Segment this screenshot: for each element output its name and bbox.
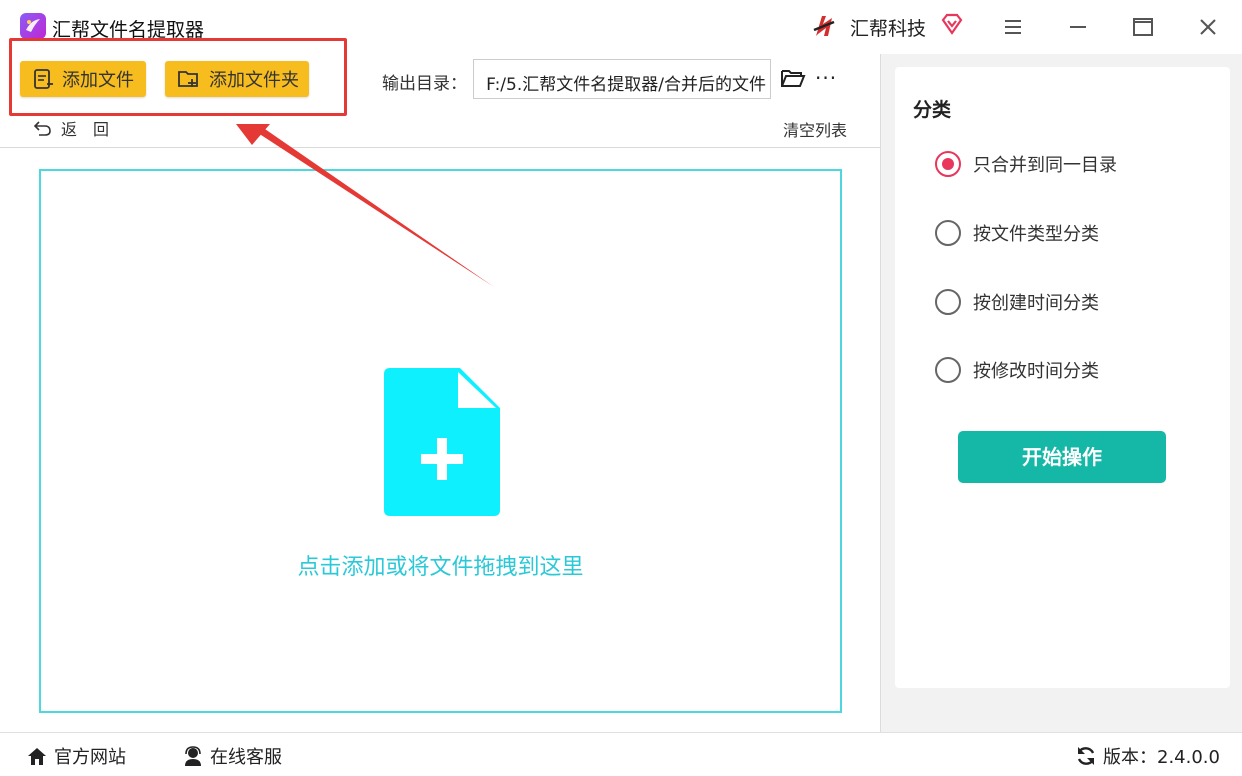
output-dir-value: F:/5.汇帮文件名提取器/合并后的文件 bbox=[486, 75, 766, 95]
official-site-label: 官方网站 bbox=[54, 747, 126, 768]
option-merge-same-dir-label: 只合并到同一目录 bbox=[973, 155, 1117, 176]
drop-zone-hint: 点击添加或将文件拖拽到这里 bbox=[297, 555, 584, 580]
radio-by-file-type[interactable] bbox=[935, 220, 961, 246]
panel-divider bbox=[880, 54, 881, 732]
maximize-icon[interactable] bbox=[1128, 12, 1158, 42]
close-icon[interactable] bbox=[1193, 12, 1223, 42]
customer-service-icon bbox=[185, 746, 201, 766]
option-by-created-time-label: 按创建时间分类 bbox=[973, 293, 1099, 314]
radio-by-created-time[interactable] bbox=[935, 289, 961, 315]
brand-logo-icon bbox=[813, 16, 835, 36]
radio-merge-same-dir[interactable] bbox=[935, 151, 961, 177]
online-service-link[interactable]: 在线客服 bbox=[182, 743, 282, 769]
option-merge-same-dir[interactable]: 只合并到同一目录 bbox=[935, 151, 1117, 177]
clear-list-button[interactable]: 清空列表 bbox=[783, 117, 847, 141]
classify-options-card: 分类 只合并到同一目录 按文件类型分类 按创建时间分类 按修改时间分类 开始操作 bbox=[895, 67, 1230, 688]
add-document-icon bbox=[384, 368, 500, 516]
file-drop-zone[interactable]: 点击添加或将文件拖拽到这里 bbox=[39, 169, 842, 713]
app-logo-icon bbox=[20, 13, 46, 39]
option-by-file-type-label: 按文件类型分类 bbox=[973, 224, 1099, 245]
version-label: 版本：2.4.0.0 bbox=[1103, 747, 1220, 768]
output-dir-input[interactable]: F:/5.汇帮文件名提取器/合并后的文件 bbox=[473, 59, 771, 99]
back-button[interactable]: 返 回 bbox=[33, 116, 109, 140]
version-info[interactable]: 版本：2.4.0.0 bbox=[1075, 743, 1220, 769]
option-by-created-time[interactable]: 按创建时间分类 bbox=[935, 289, 1099, 315]
radio-by-modified-time[interactable] bbox=[935, 357, 961, 383]
back-arrow-icon bbox=[33, 121, 51, 136]
folder-open-icon[interactable] bbox=[780, 66, 806, 90]
toolbar-divider bbox=[0, 147, 880, 148]
classify-title: 分类 bbox=[913, 99, 952, 121]
official-site-link[interactable]: 官方网站 bbox=[26, 743, 126, 769]
refresh-icon bbox=[1077, 747, 1095, 765]
back-label: 返 回 bbox=[61, 120, 110, 139]
option-by-modified-time[interactable]: 按修改时间分类 bbox=[935, 357, 1099, 383]
online-service-label: 在线客服 bbox=[210, 747, 282, 768]
vip-diamond-icon[interactable] bbox=[940, 12, 964, 36]
status-bar: 官方网站 在线客服 版本：2.4.0.0 bbox=[0, 732, 1242, 776]
menu-icon[interactable] bbox=[998, 12, 1028, 42]
output-dir-label: 输出目录： bbox=[382, 74, 467, 94]
home-icon bbox=[28, 748, 46, 765]
start-button[interactable]: 开始操作 bbox=[958, 431, 1166, 483]
file-list-panel: 添加文件 添加文件夹 输出目录： F:/5.汇帮文件名提取器/合并后的文件 ··… bbox=[0, 38, 880, 732]
brand-name: 汇帮科技 bbox=[850, 18, 927, 40]
option-by-file-type[interactable]: 按文件类型分类 bbox=[935, 220, 1099, 246]
minimize-icon[interactable] bbox=[1063, 12, 1093, 42]
more-options-button[interactable]: ··· bbox=[815, 66, 837, 90]
option-by-modified-time-label: 按修改时间分类 bbox=[973, 361, 1099, 382]
annotation-highlight-box bbox=[9, 38, 347, 116]
